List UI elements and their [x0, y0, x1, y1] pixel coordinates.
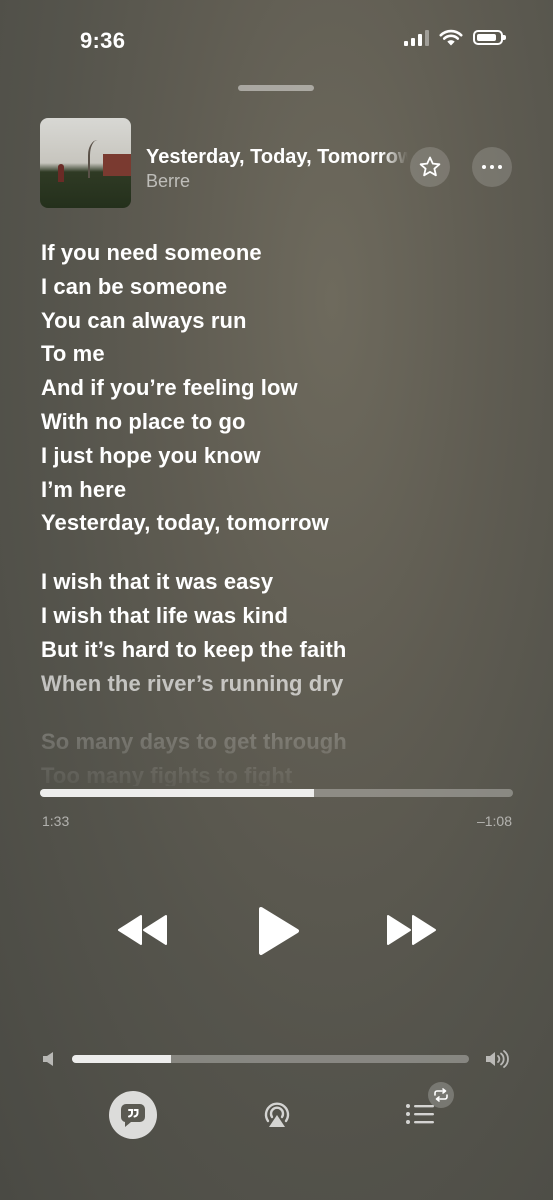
playback-scrubber[interactable] — [40, 789, 513, 797]
remaining-time: –1:08 — [476, 813, 512, 829]
lyric-line[interactable]: But it’s hard to keep the faith — [41, 633, 531, 667]
status-icons — [404, 29, 506, 46]
lyric-line[interactable]: I just hope you know — [41, 439, 531, 473]
artist-name[interactable]: Berre — [146, 171, 190, 192]
volume-fill — [72, 1055, 172, 1063]
lyric-line[interactable]: So many days to get through — [41, 725, 531, 759]
sheet-grabber[interactable] — [238, 85, 314, 91]
lyric-line[interactable]: I’m here — [41, 473, 531, 507]
airplay-button[interactable] — [260, 1099, 294, 1136]
lyrics-button[interactable] — [109, 1091, 157, 1139]
star-icon — [419, 156, 441, 177]
elapsed-time: 1:33 — [42, 813, 70, 829]
volume-high-icon — [485, 1049, 511, 1074]
airplay-audio-icon — [264, 1102, 290, 1127]
status-time: 9:36 — [80, 28, 126, 53]
lyric-line[interactable]: You can always run — [41, 304, 531, 338]
lyric-line[interactable]: I can be someone — [41, 270, 531, 304]
fast-forward-button[interactable] — [385, 913, 437, 952]
lyric-line[interactable]: Yesterday, today, tomorrow — [41, 506, 531, 540]
play-button[interactable] — [255, 905, 301, 962]
volume-low-icon — [42, 1051, 56, 1072]
playback-progress-fill — [40, 789, 315, 797]
play-icon — [259, 907, 299, 955]
lyric-line[interactable]: To me — [41, 337, 531, 371]
quote-bubble-icon — [120, 1104, 145, 1127]
lyrics-view[interactable]: If you need someone I can be someone You… — [41, 236, 531, 786]
battery-icon — [473, 30, 506, 45]
lyric-line[interactable]: I wish that it was easy — [41, 565, 531, 599]
wifi-icon — [439, 29, 463, 46]
ellipsis-icon — [482, 165, 502, 169]
volume-slider[interactable] — [72, 1055, 469, 1063]
more-options-button[interactable] — [472, 147, 512, 187]
favorite-button[interactable] — [410, 147, 450, 187]
lyric-line[interactable]: Too many fights to fight — [41, 759, 531, 786]
cellular-signal-icon — [404, 29, 429, 46]
lyric-line[interactable]: With no place to go — [41, 405, 531, 439]
lyrics-stanza: If you need someone I can be someone You… — [41, 236, 531, 540]
album-artwork[interactable] — [40, 118, 131, 208]
rewind-button[interactable] — [117, 913, 169, 952]
lyrics-stanza: So many days to get through Too many fig… — [41, 725, 531, 786]
song-title[interactable]: Yesterday, Today, Tomorrow — [146, 146, 408, 169]
repeat-icon — [434, 1088, 448, 1102]
lyric-line[interactable]: And if you’re feeling low — [41, 371, 531, 405]
lyric-line[interactable]: If you need someone — [41, 236, 531, 270]
lyric-line[interactable]: When the river’s running dry — [41, 667, 531, 701]
lyric-line[interactable]: I wish that life was kind — [41, 599, 531, 633]
repeat-indicator[interactable] — [428, 1082, 454, 1108]
fast-forward-icon — [387, 915, 436, 945]
rewind-icon — [118, 915, 167, 945]
lyrics-stanza: I wish that it was easy I wish that life… — [41, 565, 531, 700]
